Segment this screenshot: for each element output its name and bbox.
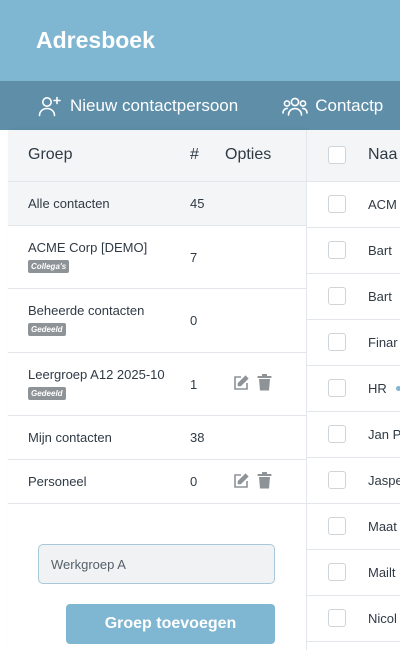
contact-row[interactable]: Bart (307, 228, 400, 274)
contacts-table-header: Naa (307, 130, 400, 182)
row-checkbox[interactable] (328, 517, 346, 535)
page-title: Adresboek (36, 27, 155, 53)
contact-name: Mailt (368, 565, 396, 580)
contact-row[interactable]: ACM (307, 182, 400, 228)
add-user-icon (38, 95, 62, 117)
column-header-options: Opties (225, 146, 272, 163)
contact-name: ACM (368, 197, 397, 212)
row-checkbox[interactable] (328, 195, 346, 213)
group-name: Alle contacten (28, 196, 110, 211)
group-row-alle-contacten[interactable]: Alle contacten 45 (8, 182, 306, 226)
row-checkbox[interactable] (328, 379, 346, 397)
row-checkbox[interactable] (328, 609, 346, 627)
contact-name: Bart (368, 243, 392, 258)
row-checkbox[interactable] (328, 471, 346, 489)
group-row-mijn-contacten[interactable]: Mijn contacten 38 (8, 416, 306, 460)
contact-row[interactable]: Finar (307, 320, 400, 366)
new-contact-button[interactable]: Nieuw contactpersoon (38, 95, 238, 117)
select-all-checkbox[interactable] (328, 146, 346, 164)
group-count: 0 (190, 474, 198, 489)
group-row-personeel[interactable]: Personeel 0 (8, 460, 306, 504)
app-header: Adresboek (0, 0, 400, 81)
contact-row[interactable]: Jan P (307, 412, 400, 458)
contact-row[interactable]: Nicol (307, 596, 400, 642)
contact-name: Nicol (368, 611, 397, 626)
group-count: 1 (190, 377, 198, 392)
status-badge: Gedeeld (28, 387, 66, 400)
contact-name: Jaspe (368, 473, 400, 488)
contact-name: Bart (368, 289, 392, 304)
group-count: 45 (190, 196, 205, 211)
row-checkbox[interactable] (328, 333, 346, 351)
add-group-button[interactable]: Groep toevoegen (66, 604, 275, 644)
contact-name: HR (368, 381, 387, 396)
group-row-leergroep[interactable]: Leergroep A12 2025-10 Gedeeld 1 (8, 353, 306, 416)
group-count: 38 (190, 430, 205, 445)
group-row-acme-corp[interactable]: ACME Corp [DEMO] Collega's 7 (8, 226, 306, 289)
edit-icon[interactable] (233, 472, 249, 492)
column-header-group: Groep (28, 146, 73, 163)
contact-name: Maat (368, 519, 397, 534)
row-checkbox[interactable] (328, 563, 346, 581)
group-count: 7 (190, 250, 198, 265)
contacts-panel: Naa ACM Bart Bart Finar HR Jan P Jaspe M… (307, 130, 400, 650)
trash-icon[interactable] (257, 374, 272, 394)
trash-icon[interactable] (257, 472, 272, 492)
row-checkbox[interactable] (328, 287, 346, 305)
group-count: 0 (190, 313, 198, 328)
status-dot-icon (396, 386, 400, 391)
users-icon (282, 95, 309, 117)
status-badge: Collega's (28, 260, 70, 273)
column-header-name: Naa (368, 146, 398, 163)
column-header-count: # (190, 146, 199, 163)
group-options (233, 472, 272, 492)
status-badge: Gedeeld (28, 323, 66, 336)
group-name: Beheerde contacten (28, 303, 145, 318)
contact-row[interactable]: Maat (307, 504, 400, 550)
toolbar: Nieuw contactpersoon Contactp (0, 81, 400, 130)
group-name-input[interactable] (38, 544, 275, 584)
contacts-button[interactable]: Contactp (282, 95, 383, 117)
new-contact-label: Nieuw contactpersoon (70, 95, 239, 115)
contact-row[interactable]: HR (307, 366, 400, 412)
contact-name: Finar (368, 335, 398, 350)
edit-icon[interactable] (233, 374, 249, 394)
contacts-label: Contactp (315, 95, 384, 115)
contact-row[interactable]: Bart (307, 274, 400, 320)
group-name: ACME Corp [DEMO] (28, 240, 148, 255)
group-name: Mijn contacten (28, 430, 112, 445)
group-name: Personeel (28, 474, 87, 489)
row-checkbox[interactable] (328, 241, 346, 259)
group-name: Leergroep A12 2025-10 (28, 367, 165, 382)
row-checkbox[interactable] (328, 425, 346, 443)
contact-name: Jan P (368, 427, 400, 442)
contact-row[interactable]: Mailt (307, 550, 400, 596)
contact-row[interactable]: Jaspe (307, 458, 400, 504)
group-options (233, 374, 272, 394)
groups-table-header: Groep # Opties (8, 130, 306, 182)
group-row-beheerde-contacten[interactable]: Beheerde contacten Gedeeld 0 (8, 289, 306, 353)
